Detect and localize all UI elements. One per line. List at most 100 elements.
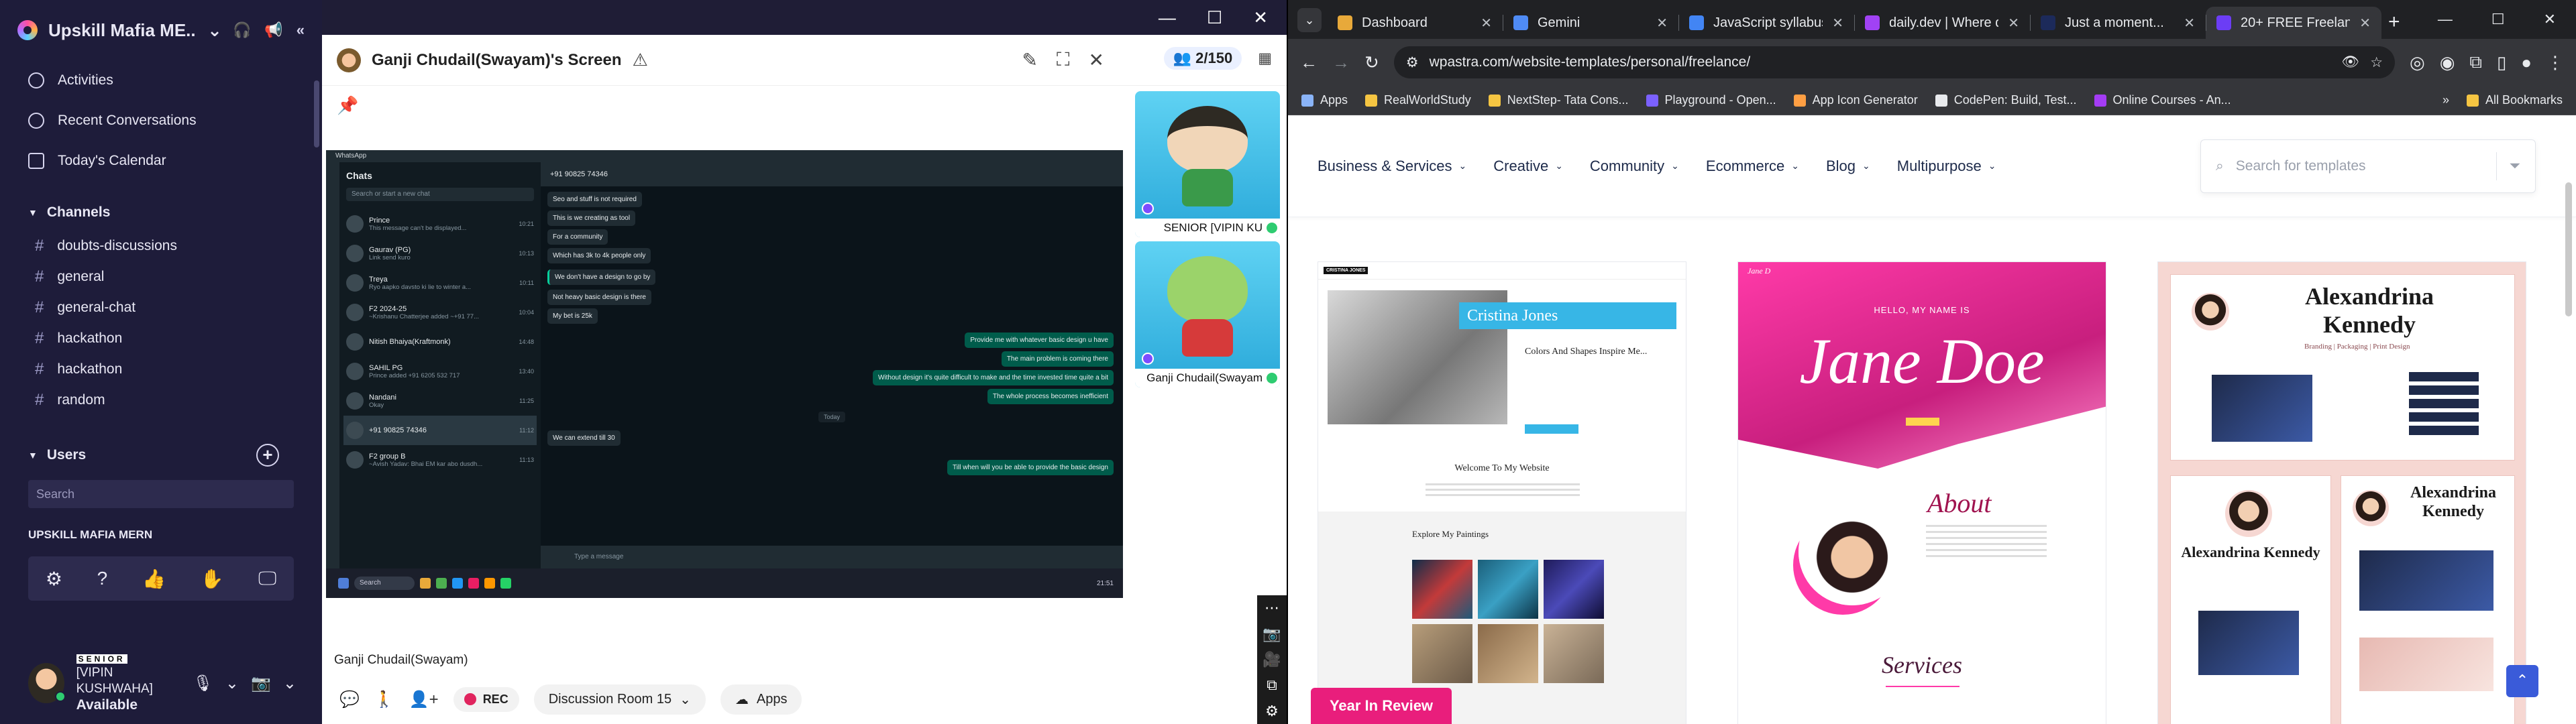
puzzle-icon[interactable]: ⧉	[2469, 52, 2482, 73]
nav-ecommerce[interactable]: Ecommerce ⌄	[1706, 158, 1799, 175]
copy-icon[interactable]: ⧉	[1267, 676, 1277, 694]
new-tab-icon[interactable]: +	[2388, 11, 2400, 34]
all-bookmarks[interactable]: All Bookmarks	[2466, 93, 2563, 107]
bookmark-item[interactable]: RealWorldStudy	[1365, 93, 1471, 107]
site-info-icon[interactable]: ⚙	[1406, 54, 1419, 71]
thumbs-up-icon[interactable]: 👍	[142, 568, 166, 590]
minimize-icon[interactable]: —	[1159, 7, 1176, 28]
video-icon[interactable]: 🎥	[1263, 651, 1281, 668]
eye-off-icon[interactable]: 👁	[2342, 54, 2360, 70]
scroll-to-top-button[interactable]: ⌃	[2506, 665, 2538, 697]
collapse-icon[interactable]: «	[297, 21, 305, 39]
close-tab-icon[interactable]: ✕	[2359, 15, 2371, 32]
add-user-icon[interactable]: +	[256, 444, 279, 467]
channel-item[interactable]: # general-chat	[0, 292, 322, 323]
tab-javascript-syllabus[interactable]: JavaScript syllabus ✕	[1678, 7, 1854, 39]
avatar[interactable]	[28, 663, 66, 703]
tab-gemini[interactable]: Gemini ✕	[1503, 7, 1678, 39]
tab-search-icon[interactable]: ⌄	[1297, 8, 1322, 32]
users-section-header[interactable]: ▼ Users +	[0, 437, 322, 473]
user-status[interactable]: Available	[76, 697, 181, 713]
record-button[interactable]: REC	[453, 686, 519, 712]
maximize-icon[interactable]: ☐	[1207, 7, 1222, 28]
headphones-icon[interactable]: 🎧	[233, 21, 251, 39]
sidepanel-icon[interactable]: ▯	[2497, 52, 2506, 73]
minimize-icon[interactable]: —	[2438, 11, 2453, 28]
grid-icon[interactable]: ▦	[1258, 50, 1272, 67]
template-search-input[interactable]: ⌕ Search for templates ⏷	[2200, 139, 2536, 193]
nav-blog[interactable]: Blog ⌄	[1826, 158, 1870, 175]
chat-bubble-icon[interactable]: 💬	[339, 690, 360, 709]
more-icon[interactable]: ⋯	[1265, 599, 1279, 617]
bookmark-item[interactable]: Online Courses - An...	[2094, 93, 2231, 107]
walk-icon[interactable]: 🚶	[374, 690, 394, 709]
reload-icon[interactable]: ↻	[1364, 52, 1379, 73]
close-tab-icon[interactable]: ✕	[1656, 15, 1668, 32]
template-card-alexandrina-kennedy[interactable]: Alexandrina Kennedy Branding | Packaging…	[2157, 261, 2526, 724]
chevron-down-icon[interactable]: ⌄	[283, 674, 297, 693]
kebab-menu-icon[interactable]: ⋮	[2546, 52, 2564, 73]
close-tab-icon[interactable]: ✕	[2008, 15, 2019, 32]
raise-hand-icon[interactable]: ✋	[201, 568, 224, 590]
channel-item[interactable]: # hackathon	[0, 323, 322, 354]
nav-community[interactable]: Community ⌄	[1590, 158, 1679, 175]
close-tab-icon[interactable]: ✕	[1832, 15, 1843, 32]
close-icon[interactable]: ✕	[1089, 49, 1104, 71]
address-bar[interactable]: ⚙ wpastra.com/website-templates/personal…	[1393, 46, 2396, 78]
warning-icon[interactable]: ⚠	[633, 50, 648, 70]
bookmark-item[interactable]: NextStep- Tata Cons...	[1488, 93, 1629, 107]
nav-activities[interactable]: Activities	[28, 60, 294, 101]
nav-recent-conversations[interactable]: Recent Conversations	[28, 101, 294, 141]
channels-section-header[interactable]: ▼ Channels	[0, 194, 322, 231]
channel-item[interactable]: # random	[0, 385, 322, 416]
bookmark-item[interactable]: CodePen: Build, Test...	[1935, 93, 2077, 107]
apps-button[interactable]: ☁ Apps	[720, 684, 802, 715]
sidebar-scrollbar[interactable]	[314, 80, 319, 147]
filter-icon[interactable]: ⏷	[2509, 158, 2520, 174]
channel-item[interactable]: # hackathon	[0, 354, 322, 385]
camera-icon[interactable]: 📷	[1263, 625, 1281, 643]
help-icon[interactable]: ?	[97, 568, 108, 589]
channel-item[interactable]: # general	[0, 261, 322, 292]
bookmark-item[interactable]: Playground - Open...	[1646, 93, 1776, 107]
screen-icon[interactable]: 🖵	[258, 568, 276, 590]
server-header[interactable]: Upskill Mafia ME... ⌄ 🎧 📢 «	[0, 0, 322, 60]
close-icon[interactable]: ✕	[2544, 11, 2556, 28]
template-card-cristina-jones[interactable]: CRISTINA JONES Cristina Jones Colors And…	[1318, 261, 1686, 724]
participant-tile[interactable]: Ganji Chudail(Swayam	[1135, 241, 1280, 387]
chevron-right-icon[interactable]: »	[2443, 93, 2449, 107]
room-select[interactable]: Discussion Room 15 ⌄	[533, 684, 706, 715]
tab-daily-dev[interactable]: daily.dev | Where d... ✕	[1854, 7, 2030, 39]
chevron-down-icon[interactable]: ⌄	[207, 20, 222, 41]
close-tab-icon[interactable]: ✕	[2184, 15, 2195, 32]
bookmark-item[interactable]: Apps	[1301, 93, 1348, 107]
pin-icon[interactable]: 📌	[337, 95, 358, 116]
profile-avatar[interactable]: ●	[2521, 52, 2532, 73]
participant-tile[interactable]: SENIOR [VIPIN KU	[1135, 91, 1280, 237]
bookmark-item[interactable]: App Icon Generator	[1793, 93, 1918, 107]
year-in-review-button[interactable]: Year In Review	[1311, 688, 1452, 724]
close-icon[interactable]: ✕	[1253, 7, 1268, 28]
close-tab-icon[interactable]: ✕	[1481, 15, 1492, 32]
extension-icon[interactable]: ◎	[2410, 52, 2425, 73]
chevron-down-icon[interactable]: ⌄	[225, 674, 239, 693]
camera-off-icon[interactable]: 📷	[251, 674, 271, 693]
forward-icon[interactable]: →	[1332, 52, 1350, 73]
extension-icon[interactable]: ◉	[2440, 52, 2455, 73]
tab-freelance-templates[interactable]: 20+ FREE Freelance... ✕	[2206, 7, 2381, 39]
microphone-icon[interactable]: 🎙	[193, 674, 213, 693]
pencil-icon[interactable]: ✎	[1022, 49, 1037, 71]
nav-todays-calendar[interactable]: Today's Calendar	[28, 141, 294, 181]
nav-business-services[interactable]: Business & Services ⌄	[1318, 158, 1466, 175]
star-icon[interactable]: ☆	[2370, 54, 2383, 71]
settings-icon[interactable]: ⚙	[46, 568, 62, 590]
participant-count[interactable]: 👥 2/150	[1163, 47, 1242, 70]
channel-item[interactable]: # doubts-discussions	[0, 231, 322, 261]
nav-multipurpose[interactable]: Multipurpose ⌄	[1897, 158, 1996, 175]
user-search-input[interactable]: Search	[28, 480, 294, 508]
page-scrollbar[interactable]	[2565, 182, 2572, 316]
tab-just-a-moment[interactable]: Just a moment... ✕	[2030, 7, 2206, 39]
back-icon[interactable]: ←	[1300, 52, 1318, 73]
settings-icon[interactable]: ⚙	[1265, 703, 1279, 720]
nav-creative[interactable]: Creative ⌄	[1493, 158, 1563, 175]
